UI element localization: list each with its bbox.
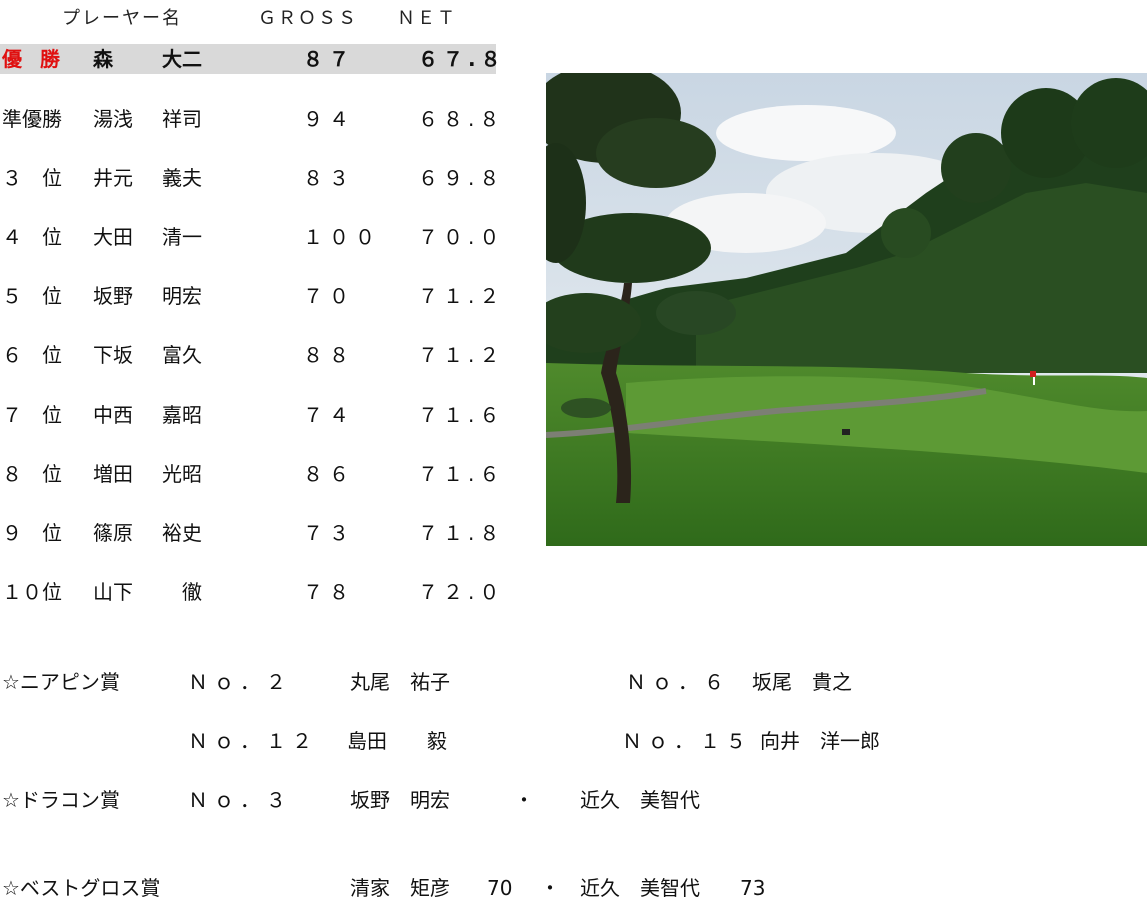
table-row: 準優勝 湯浅 祥司 ９４ ６８.８ bbox=[0, 104, 499, 134]
nearpin-hole: Ｎｏ．２ bbox=[188, 670, 292, 694]
net-score: ７２.０ bbox=[418, 580, 505, 604]
header-gross: ＧＲＯＳＳ bbox=[258, 8, 358, 29]
gross-score: ８８ bbox=[303, 343, 355, 367]
last-name: 湯浅 bbox=[93, 107, 133, 131]
table-row: ５ 位 坂野 明宏 ７０ ７１.２ bbox=[0, 281, 499, 311]
nearpin-hole: Ｎｏ．１５ bbox=[622, 729, 752, 753]
header-player-name: プレーヤー名 bbox=[62, 8, 182, 29]
table-row: ３ 位 井元 義夫 ８３ ６９.８ bbox=[0, 163, 499, 193]
gross-score: ７０ bbox=[303, 284, 355, 308]
nearpin-winner: 島田 毅 bbox=[347, 729, 447, 753]
rank: ７ 位 bbox=[2, 403, 62, 427]
net-score: ７１.２ bbox=[418, 343, 505, 367]
last-name: 中西 bbox=[93, 403, 133, 427]
gross-score: ９４ bbox=[303, 107, 355, 131]
dracon-hole: Ｎｏ．３ bbox=[188, 788, 292, 812]
last-name: 森 bbox=[93, 47, 113, 71]
table-row: ７ 位 中西 嘉昭 ７４ ７１.６ bbox=[0, 400, 499, 430]
first-name: 裕史 bbox=[162, 521, 202, 545]
first-name: 嘉昭 bbox=[162, 403, 202, 427]
first-name: 義夫 bbox=[162, 166, 202, 190]
first-name: 富久 bbox=[162, 343, 202, 367]
rank: ６ 位 bbox=[2, 343, 62, 367]
rank: ８ 位 bbox=[2, 462, 62, 486]
dracon-award-label: ☆ドラコン賞 bbox=[2, 788, 120, 812]
best-gross-score: 70 bbox=[487, 876, 513, 900]
first-name: 大二 bbox=[162, 47, 202, 71]
golf-course-photo bbox=[546, 73, 1147, 546]
gross-score: ８６ bbox=[303, 462, 355, 486]
rank: １０位 bbox=[2, 580, 62, 604]
gross-score: ８３ bbox=[303, 166, 355, 190]
first-name: 徹 bbox=[162, 580, 202, 604]
first-name: 祥司 bbox=[162, 107, 202, 131]
best-gross-award-label: ☆ベストグロス賞 bbox=[2, 876, 161, 900]
gross-score: ７８ bbox=[303, 580, 355, 604]
dracon-winner: 坂野 明宏 bbox=[350, 788, 450, 812]
nearpin-winner: 丸尾 祐子 bbox=[350, 670, 450, 694]
table-row: １０位 山下 徹 ７８ ７２.０ bbox=[0, 577, 499, 607]
separator: ・ bbox=[514, 788, 534, 812]
net-score: ７１.８ bbox=[418, 521, 505, 545]
last-name: 井元 bbox=[93, 166, 133, 190]
table-row: ６ 位 下坂 富久 ８８ ７１.２ bbox=[0, 340, 499, 370]
first-name: 明宏 bbox=[162, 284, 202, 308]
best-gross-winner: 清家 矩彦 bbox=[350, 876, 450, 900]
separator: ・ bbox=[540, 876, 560, 900]
first-name: 清一 bbox=[162, 225, 202, 249]
header-net: ＮＥＴ bbox=[397, 8, 457, 29]
net-score: ６７.８ bbox=[418, 47, 506, 71]
nearpin-hole: Ｎｏ．６ bbox=[626, 670, 730, 694]
last-name: 篠原 bbox=[93, 521, 133, 545]
first-name: 光昭 bbox=[162, 462, 202, 486]
net-score: ６８.８ bbox=[418, 107, 505, 131]
net-score: ７１.２ bbox=[418, 284, 505, 308]
last-name: 坂野 bbox=[93, 284, 133, 308]
table-row: ４ 位 大田 清一 １００ ７０.０ bbox=[0, 222, 499, 252]
net-score: ７１.６ bbox=[418, 462, 505, 486]
rank: 準優勝 bbox=[2, 107, 62, 131]
gross-score: １００ bbox=[303, 225, 381, 249]
net-score: ６９.８ bbox=[418, 166, 505, 190]
net-score: ７０.０ bbox=[418, 225, 505, 249]
gross-score: ７３ bbox=[303, 521, 355, 545]
rank: 優勝 bbox=[2, 47, 78, 71]
nearpin-hole: Ｎｏ．１２ bbox=[188, 729, 318, 753]
gross-score: ７４ bbox=[303, 403, 355, 427]
nearpin-winner: 向井 洋一郎 bbox=[760, 729, 880, 753]
gross-score: ８７ bbox=[303, 47, 355, 71]
rank: ３ 位 bbox=[2, 166, 62, 190]
rank: ９ 位 bbox=[2, 521, 62, 545]
table-row: ９ 位 篠原 裕史 ７３ ７１.８ bbox=[0, 518, 499, 548]
nearpin-winner: 坂尾 貴之 bbox=[752, 670, 852, 694]
rank: ４ 位 bbox=[2, 225, 62, 249]
dracon-winner: 近久 美智代 bbox=[580, 788, 700, 812]
nearpin-award-label: ☆ニアピン賞 bbox=[2, 670, 120, 694]
net-score: ７１.６ bbox=[418, 403, 505, 427]
rank: ５ 位 bbox=[2, 284, 62, 308]
last-name: 下坂 bbox=[93, 343, 133, 367]
last-name: 山下 bbox=[93, 580, 133, 604]
last-name: 増田 bbox=[93, 462, 133, 486]
best-gross-score: 73 bbox=[740, 876, 766, 900]
table-row: ８ 位 増田 光昭 ８６ ７１.６ bbox=[0, 459, 499, 489]
best-gross-winner: 近久 美智代 bbox=[580, 876, 700, 900]
last-name: 大田 bbox=[93, 225, 133, 249]
table-row: 優勝 森 大二 ８７ ６７.８ bbox=[0, 44, 501, 74]
